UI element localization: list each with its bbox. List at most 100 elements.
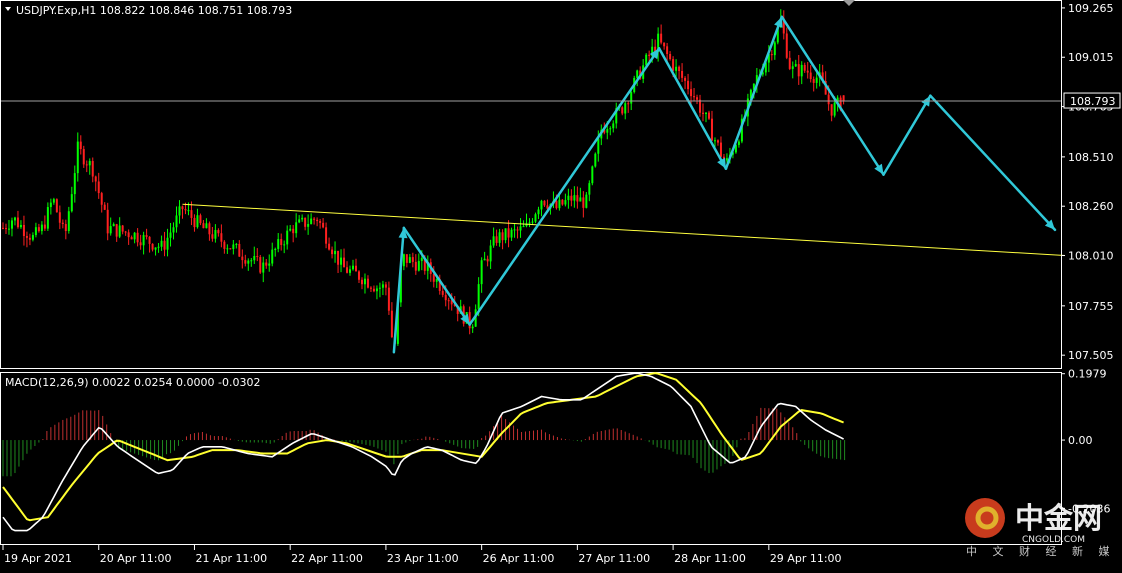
symbol-header: USDJPY.Exp,H1 108.822 108.846 108.751 10… <box>16 4 292 17</box>
watermark-tagline: 中 文 财 经 新 媒 体 <box>966 544 1122 558</box>
candle-body <box>76 141 79 174</box>
candle-body <box>304 217 307 227</box>
candle-body <box>827 94 830 105</box>
candle-body <box>582 197 585 208</box>
candle-body <box>49 202 52 208</box>
candle-body <box>301 217 304 220</box>
price-tick-label: 107.505 <box>1068 349 1114 362</box>
projection-arrow-line[interactable] <box>882 94 932 176</box>
candle-body <box>366 278 369 288</box>
candle-body <box>226 248 229 250</box>
candle-body <box>486 258 489 262</box>
candle-body <box>112 224 115 227</box>
candle-body <box>699 99 702 113</box>
candle-body <box>561 199 564 205</box>
candle-body <box>806 70 809 73</box>
candle-body <box>85 164 88 166</box>
macd-panel-frame <box>0 372 1062 545</box>
candle-body <box>133 232 136 240</box>
candle-body <box>558 199 561 209</box>
dropdown-triangle-icon[interactable] <box>5 7 11 11</box>
candle-body <box>202 223 205 229</box>
candle-body <box>205 223 208 229</box>
macd-signal-line <box>2 372 844 522</box>
candle-body <box>268 263 271 266</box>
candle-body <box>498 232 501 243</box>
projection-arrowhead-icon <box>460 313 470 325</box>
candle-body <box>244 260 247 264</box>
candle-body <box>785 33 788 58</box>
candle-body <box>384 284 387 288</box>
candle-body <box>678 66 681 71</box>
candle-body <box>64 224 67 232</box>
candle-body <box>528 222 531 224</box>
candle-body <box>349 269 352 273</box>
candle-body <box>238 243 241 257</box>
candle-body <box>591 166 594 184</box>
projection-arrow-line[interactable] <box>657 47 728 170</box>
candle-body <box>773 42 776 56</box>
candle-body <box>725 158 728 161</box>
projection-arrow-line[interactable] <box>780 15 885 176</box>
price-tick-label: 108.510 <box>1068 151 1114 164</box>
price-tick-label: 107.755 <box>1068 300 1114 313</box>
candle-body <box>719 142 722 157</box>
candle-body <box>217 230 220 234</box>
candle-body <box>408 257 411 263</box>
candle-body <box>519 226 522 231</box>
candle-body <box>483 258 486 261</box>
candle-body <box>253 256 256 261</box>
support-trendline[interactable] <box>182 203 1066 257</box>
candle-body <box>480 260 483 285</box>
candle-body <box>363 278 366 285</box>
candle-body <box>100 193 103 205</box>
candle-body <box>705 112 708 114</box>
candle-body <box>713 140 716 142</box>
candle-body <box>585 194 588 208</box>
candle-body <box>540 200 543 210</box>
watermark: 中金网 CNGOLD.COM 中 文 财 经 新 媒 体 <box>965 498 1122 558</box>
candle-body <box>707 112 710 119</box>
time-tick-label: 29 Apr 11:00 <box>770 552 842 565</box>
candle-body <box>702 112 705 114</box>
projection-arrow-line[interactable] <box>402 226 471 326</box>
candle-body <box>794 64 797 67</box>
candle-body <box>812 79 815 83</box>
candle-body <box>142 235 145 246</box>
candle-body <box>178 206 181 216</box>
candle-body <box>375 288 378 292</box>
candle-body <box>447 300 450 302</box>
macd-main-line <box>2 372 844 532</box>
candle-body <box>319 221 322 223</box>
scroll-marker-icon[interactable] <box>843 0 855 6</box>
candle-body <box>594 153 597 167</box>
projection-arrow-line[interactable] <box>929 94 1057 232</box>
projection-arrow-line[interactable] <box>468 47 661 326</box>
price-axis: 109.265109.015108.765108.510108.260108.0… <box>1061 2 1114 362</box>
candle-body <box>211 234 214 239</box>
candle-body <box>441 290 444 295</box>
candle-body <box>181 206 184 210</box>
candle-body <box>609 128 612 130</box>
candle-body <box>648 54 651 56</box>
candle-body <box>16 217 19 228</box>
candle-body <box>55 199 58 213</box>
candle-body <box>145 235 148 237</box>
candle-body <box>280 239 283 245</box>
candle-body <box>693 96 696 98</box>
candle-body <box>58 212 61 223</box>
candle-body <box>37 227 40 232</box>
candle-body <box>381 284 384 288</box>
candle-body <box>507 228 510 238</box>
projection-arrow-line[interactable] <box>724 15 784 170</box>
candle-body <box>193 217 196 228</box>
candle-body <box>151 243 154 250</box>
candle-body <box>322 222 325 228</box>
watermark-name: 中金网 <box>1015 501 1102 535</box>
macd-header: MACD(12,26,9) 0.0022 0.0254 0.0000 -0.03… <box>5 376 260 389</box>
candle-body <box>435 279 438 282</box>
candle-body <box>432 273 435 282</box>
candle-body <box>190 210 193 218</box>
candle-body <box>139 242 142 246</box>
candle-body <box>250 260 253 262</box>
